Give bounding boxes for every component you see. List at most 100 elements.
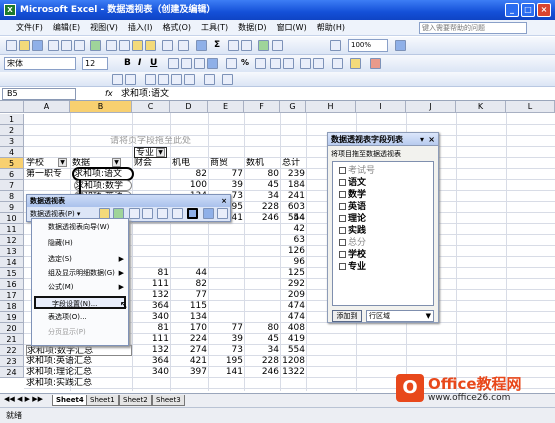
row-header-13[interactable]: 13 — [0, 246, 24, 257]
field-checkbox-icon[interactable] — [339, 263, 346, 270]
menu-insert[interactable]: 插入(I) — [123, 20, 158, 36]
cell-d[interactable]: 421 — [170, 356, 208, 367]
maximize-button[interactable]: □ — [521, 3, 535, 17]
menu-edit[interactable]: 编辑(E) — [48, 20, 85, 36]
cell-d[interactable]: 82 — [170, 279, 208, 290]
column-header-b[interactable]: B — [70, 101, 132, 113]
cell-d[interactable]: 77 — [170, 290, 208, 301]
row-total-english[interactable]: 求和项:英语汇总 — [26, 356, 132, 367]
cell-c[interactable]: 364 — [132, 301, 170, 312]
row-header-2[interactable]: 2 — [0, 125, 24, 136]
increase-decimal-icon[interactable] — [270, 58, 281, 69]
cell-f[interactable]: 34 — [244, 345, 280, 356]
cell-d[interactable]: 134 — [170, 312, 208, 323]
menu-format[interactable]: 格式(O) — [157, 20, 196, 36]
menu-data[interactable]: 数据(D) — [233, 20, 271, 36]
cell-g5[interactable]: 239 — [280, 169, 306, 180]
selected-cell-b5[interactable]: 求和项:语文 — [72, 167, 134, 181]
fill-color-icon[interactable] — [350, 58, 361, 69]
cell-g6[interactable]: 184 — [280, 180, 306, 191]
bold-icon[interactable]: B — [124, 58, 131, 68]
borders-icon[interactable] — [332, 58, 343, 69]
cell-g7[interactable]: 241 — [280, 191, 306, 202]
show-detail-icon[interactable] — [142, 208, 153, 219]
italic-icon[interactable]: I — [138, 58, 141, 68]
cell-g[interactable]: 419 — [280, 334, 306, 345]
increase-indent-icon[interactable] — [313, 58, 324, 69]
field-list[interactable]: 考试号 语文 数学 英语 理论 实践 总分 学校 专业 — [332, 161, 434, 306]
row-total-practice[interactable]: 求和项:实践汇总 — [26, 378, 132, 389]
underline-icon[interactable]: U — [150, 58, 157, 68]
menu-item-formulas[interactable]: 公式(M) ▶ — [32, 281, 128, 294]
align-center-icon[interactable] — [181, 58, 192, 69]
menu-help[interactable]: 帮助(H) — [312, 20, 350, 36]
menu-item-hide[interactable]: 隐藏(H) — [32, 237, 128, 250]
decrease-indent-icon[interactable] — [300, 58, 311, 69]
print-preview-icon[interactable] — [74, 40, 85, 51]
cell-g8[interactable]: 603 — [280, 202, 306, 213]
column-header-f[interactable]: F — [244, 101, 280, 113]
cell-e[interactable]: 73 — [208, 345, 244, 356]
cell-g[interactable]: 408 — [280, 323, 306, 334]
column-header-k[interactable]: K — [456, 101, 506, 113]
col-item-numeric[interactable]: 数机 — [246, 158, 264, 169]
field-checkbox-icon[interactable] — [339, 251, 346, 258]
formula-input[interactable]: 求和项:语文 — [121, 88, 169, 100]
toolbar-options-icon[interactable] — [217, 208, 228, 219]
zoom-select[interactable]: 100% — [348, 39, 388, 52]
row-header-4[interactable]: 4 — [0, 147, 24, 158]
row-header-14[interactable]: 14 — [0, 257, 24, 268]
font-size-select[interactable]: 12 — [82, 57, 108, 70]
field-checkbox-icon[interactable] — [339, 179, 346, 186]
dropdown-arrow-icon[interactable]: ▼ — [58, 158, 68, 167]
cell-d5[interactable]: 82 — [170, 169, 208, 180]
sort-ascending-icon[interactable] — [228, 40, 239, 51]
hyperlink-icon[interactable] — [196, 40, 207, 51]
new-icon[interactable] — [6, 40, 17, 51]
dropdown-arrow-icon[interactable]: ▼ — [156, 148, 166, 157]
cell-c[interactable]: 111 — [132, 334, 170, 345]
cell-d[interactable]: 224 — [170, 334, 208, 345]
row-header-22[interactable]: 22 — [0, 345, 24, 356]
row-item-school-1[interactable]: 第一职专 — [26, 169, 72, 180]
autosum-icon[interactable]: Σ — [214, 40, 220, 50]
row-header-21[interactable]: 21 — [0, 334, 24, 345]
row-header-8[interactable]: 8 — [0, 191, 24, 202]
menu-item-field-settings[interactable]: 字段设置(N)... ↖ — [34, 296, 128, 311]
cell-f6[interactable]: 45 — [244, 180, 280, 191]
menu-item-wizard[interactable]: 数据透视表向导(W) — [32, 221, 128, 234]
panel-close-icon[interactable]: × — [428, 133, 435, 146]
menu-item-page-display[interactable]: 分页显示(P) — [32, 326, 128, 339]
toolbar-item-icon[interactable] — [204, 74, 215, 85]
align-left-icon[interactable] — [168, 58, 179, 69]
column-header-h[interactable]: H — [306, 101, 356, 113]
cell-f5[interactable]: 80 — [244, 169, 280, 180]
cell-c[interactable]: 81 — [132, 323, 170, 334]
field-checkbox-icon[interactable] — [339, 215, 346, 222]
permission-icon[interactable] — [48, 40, 59, 51]
dropdown-arrow-icon[interactable]: ▼ — [112, 158, 122, 167]
field-checkbox-icon[interactable] — [339, 239, 346, 246]
cell-g[interactable]: 474 — [280, 301, 306, 312]
sheet-nav-icons[interactable]: ◀◀ ◀ ▶ ▶▶ — [4, 395, 43, 403]
row-header-1[interactable]: 1 — [0, 114, 24, 125]
open-icon[interactable] — [19, 40, 30, 51]
field-item-english[interactable]: 英语 — [333, 201, 433, 213]
cell-g[interactable]: 554 — [280, 345, 306, 356]
column-header-d[interactable]: D — [170, 101, 208, 113]
cell-c[interactable]: 132 — [132, 290, 170, 301]
row-header-23[interactable]: 23 — [0, 356, 24, 367]
sort-descending-icon[interactable] — [241, 40, 252, 51]
area-select[interactable]: 行区域 ▼ — [366, 310, 434, 322]
sheet-tab-sheet1[interactable]: Sheet1 — [86, 395, 119, 406]
field-checkbox-icon[interactable] — [339, 203, 346, 210]
column-header-g[interactable]: G — [280, 101, 306, 113]
cell-g[interactable]: 125 — [280, 268, 306, 279]
font-name-select[interactable]: 宋体 — [4, 57, 76, 70]
field-settings-icon[interactable] — [187, 208, 198, 219]
help-icon[interactable] — [395, 40, 406, 51]
toolbar-item-icon[interactable] — [145, 74, 156, 85]
field-checkbox-icon[interactable] — [339, 167, 346, 174]
cell-e[interactable]: 39 — [208, 334, 244, 345]
row-header-6[interactable]: 6 — [0, 169, 24, 180]
